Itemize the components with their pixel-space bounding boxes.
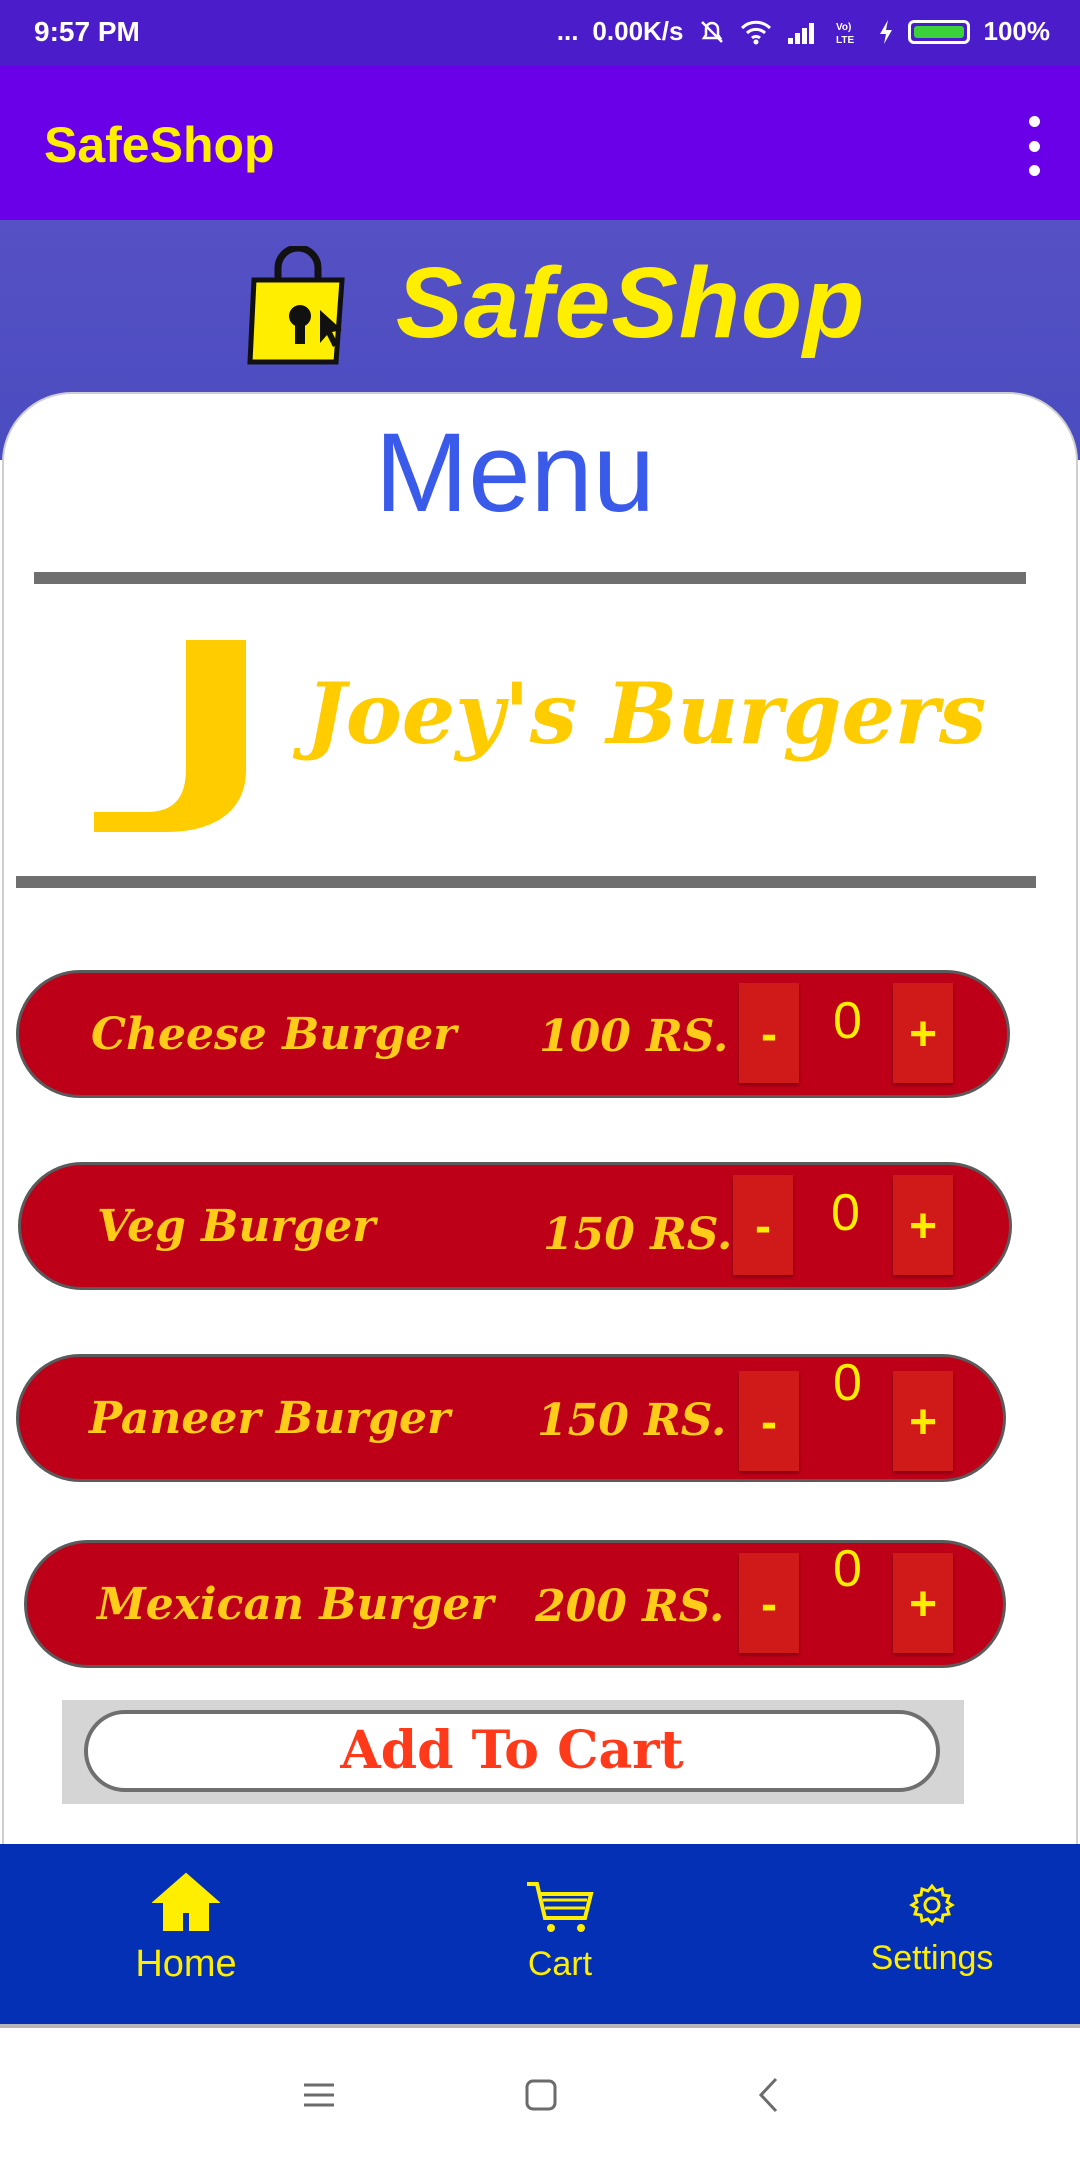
menu-item-paneer-burger: Paneer Burger 150 RS. - 0 + — [16, 1354, 1006, 1482]
nav-home-label: Home — [135, 1943, 237, 1985]
decrease-button[interactable]: - — [739, 1371, 799, 1471]
volte-icon: Vo) LTE — [836, 22, 854, 45]
restaurant-logo-j — [94, 640, 246, 832]
silent-icon — [700, 20, 723, 43]
item-name: Cheese Burger — [91, 1009, 457, 1060]
decrease-button[interactable]: - — [739, 983, 799, 1083]
cart-icon — [527, 1882, 594, 1932]
nav-settings-label: Settings — [870, 1939, 994, 1977]
svg-text:LTE: LTE — [836, 35, 854, 45]
item-price: 150 RS. — [543, 1209, 733, 1260]
status-dots: ... — [556, 16, 579, 46]
item-price: 150 RS. — [537, 1395, 727, 1446]
battery-percent: 100% — [983, 16, 1051, 46]
increase-button[interactable]: + — [893, 983, 953, 1083]
quantity-value: 0 — [833, 1540, 862, 1598]
increase-button[interactable]: + — [893, 1175, 953, 1275]
nav-cart[interactable]: Cart — [440, 1880, 680, 1984]
quantity-value: 0 — [831, 1184, 860, 1242]
decrease-button[interactable]: - — [739, 1553, 799, 1653]
app-title: SafeShop — [44, 117, 275, 173]
divider — [16, 876, 1036, 888]
menu-item-cheese-burger: Cheese Burger 100 RS. - 0 + — [16, 970, 1010, 1098]
more-vert-icon[interactable] — [1014, 116, 1054, 176]
signal-icon — [787, 22, 814, 44]
quantity-value: 0 — [833, 992, 862, 1050]
home-system-icon[interactable] — [524, 2078, 558, 2112]
item-name: Mexican Burger — [97, 1579, 494, 1630]
settings-icon — [909, 1883, 955, 1927]
home-icon — [151, 1872, 221, 1931]
item-name: Paneer Burger — [89, 1393, 451, 1444]
status-icons: ... 0.00K/s Vo) LTE 100% — [557, 16, 1050, 47]
charging-icon — [879, 19, 892, 44]
increase-button[interactable]: + — [893, 1553, 953, 1653]
back-icon[interactable] — [756, 2076, 780, 2114]
logo-text: SafeShop — [396, 247, 866, 359]
svg-text:Vo): Vo) — [836, 22, 851, 33]
menu-item-veg-burger: Veg Burger 150 RS. - 0 + — [18, 1162, 1012, 1290]
nav-cart-label: Cart — [527, 1945, 593, 1983]
item-price: 200 RS. — [535, 1581, 725, 1632]
wifi-icon — [740, 20, 771, 44]
item-price: 100 RS. — [539, 1011, 729, 1062]
shopping-bag-lock-icon — [247, 246, 345, 365]
menu-title: Menu — [374, 410, 656, 535]
quantity-value: 0 — [833, 1354, 862, 1412]
decrease-button[interactable]: - — [733, 1175, 793, 1275]
menu-item-mexican-burger: Mexican Burger 200 RS. - 0 + — [24, 1540, 1006, 1668]
restaurant-name: Joey's Burgers — [306, 664, 987, 763]
nav-settings[interactable]: Settings — [812, 1882, 1052, 1978]
network-speed: 0.00K/s — [592, 16, 684, 46]
increase-button[interactable]: + — [893, 1371, 953, 1471]
recent-apps-icon[interactable] — [302, 2080, 336, 2110]
nav-home[interactable]: Home — [66, 1870, 306, 1986]
battery-icon — [907, 19, 970, 44]
add-to-cart-button[interactable]: Add To Cart — [84, 1710, 940, 1792]
status-time: 9:57 PM — [34, 16, 140, 47]
app-bar: SafeShop — [0, 66, 1080, 220]
item-name: Veg Burger — [97, 1201, 376, 1252]
divider — [34, 572, 1026, 584]
